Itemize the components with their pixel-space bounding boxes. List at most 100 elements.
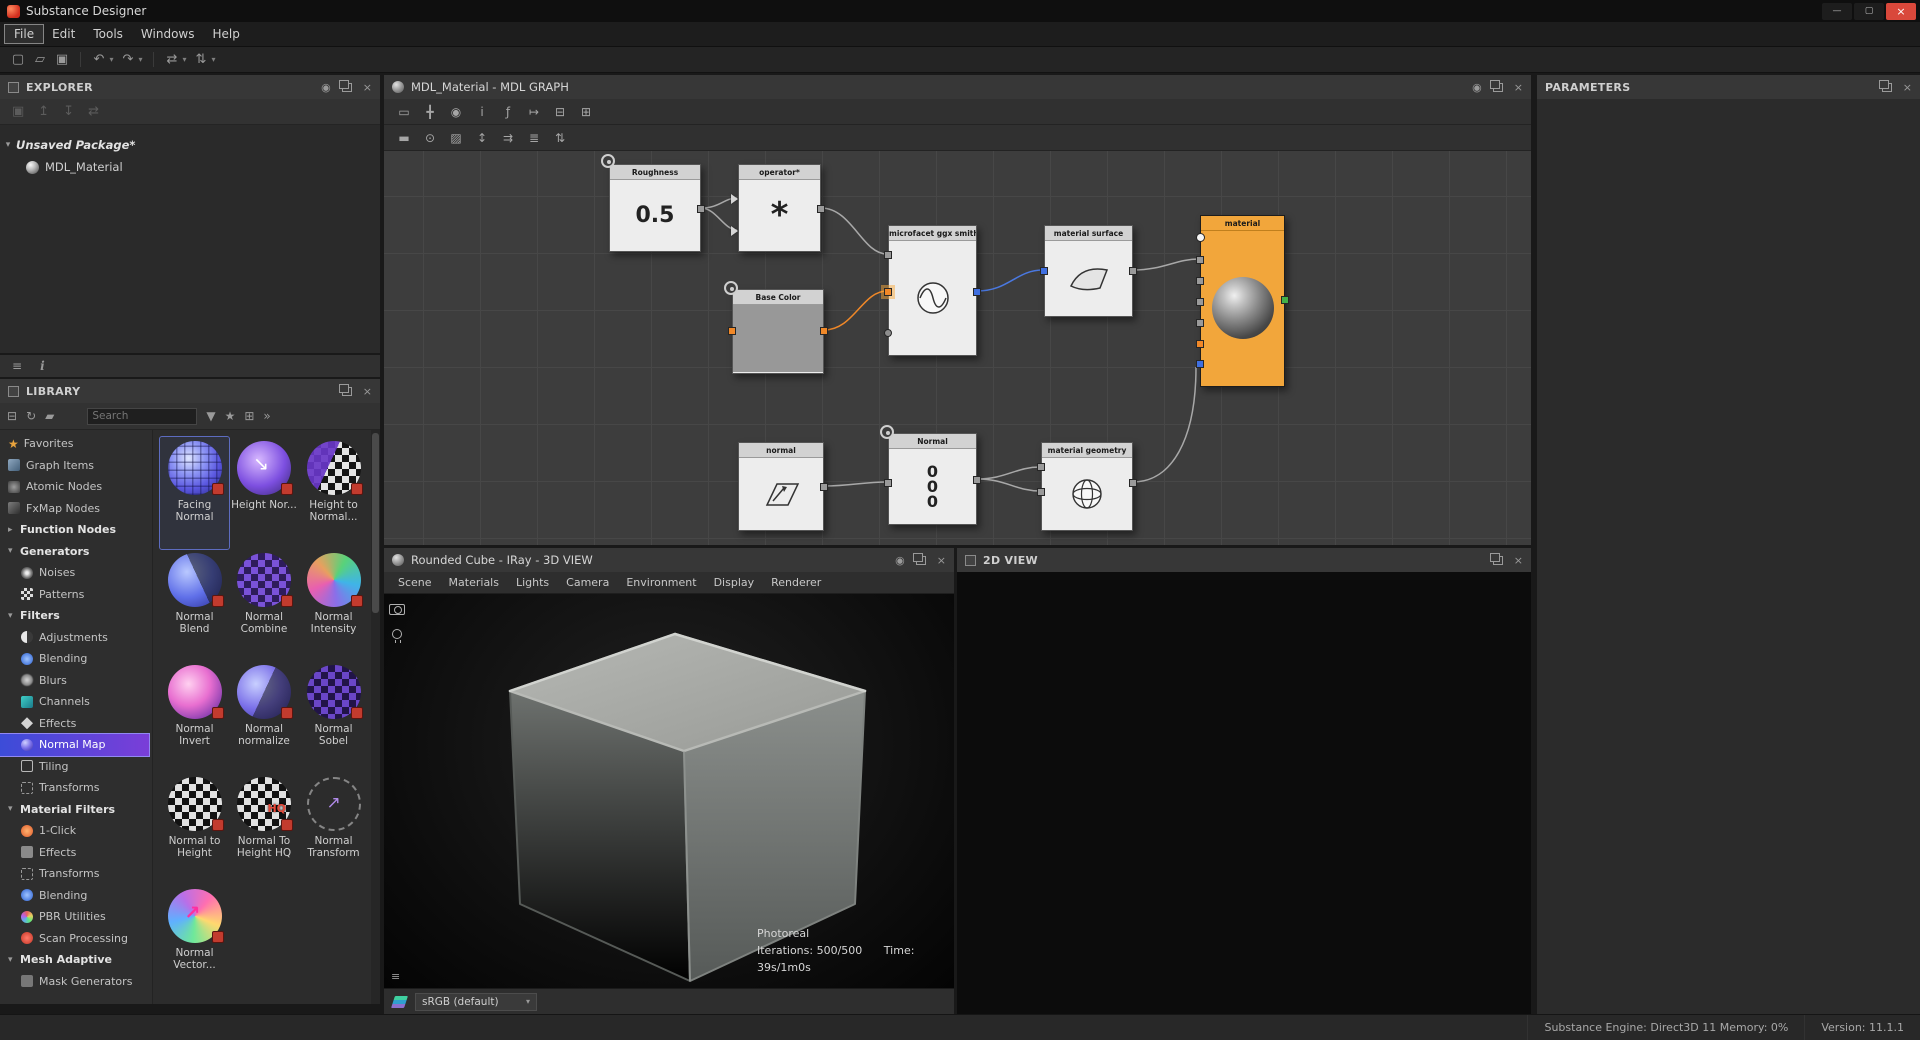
input-port[interactable] xyxy=(1196,340,1204,348)
library-tree-item-normal-map[interactable]: Normal Map xyxy=(0,734,149,756)
library-tree-item-fxmap-nodes[interactable]: FxMap Nodes xyxy=(0,498,152,520)
float-panel-icon[interactable] xyxy=(916,556,926,565)
menu-scene[interactable]: Scene xyxy=(390,574,440,591)
favorites-star-icon[interactable]: ★ xyxy=(225,409,236,423)
library-refresh-button[interactable]: ↻ xyxy=(26,409,36,423)
graph-align-vertical-button[interactable]: ⇅ xyxy=(550,128,570,148)
library-grid-item-normal-combine[interactable]: Normal Combine xyxy=(230,549,299,661)
node-base-color[interactable]: Base Color xyxy=(732,289,824,374)
info-icon[interactable]: i xyxy=(40,359,45,373)
library-tree-item-blending[interactable]: Blending xyxy=(0,648,152,670)
open-button[interactable]: ▱ xyxy=(30,50,50,70)
graph-align-horizontal-button[interactable]: ⇉ xyxy=(498,128,518,148)
input-port[interactable] xyxy=(1196,233,1205,242)
library-tree-item-effects-2[interactable]: Effects xyxy=(0,842,152,864)
graph-grid-button[interactable]: ⊞ xyxy=(576,102,596,122)
menu-renderer[interactable]: Renderer xyxy=(763,574,829,591)
input-port[interactable] xyxy=(1196,277,1204,285)
pin-icon[interactable]: ◉ xyxy=(321,82,331,93)
graph-info-button[interactable]: i xyxy=(472,102,492,122)
input-port[interactable] xyxy=(884,479,892,487)
caret-down-icon[interactable]: ▾ xyxy=(8,611,20,621)
library-tree-item-generators[interactable]: ▾Generators xyxy=(0,541,152,563)
float-panel-icon[interactable] xyxy=(342,387,352,396)
library-grid-item-normal-blend[interactable]: Normal Blend xyxy=(160,549,229,661)
caret-down-icon[interactable]: ▾ xyxy=(8,804,20,814)
node-operator-multiply[interactable]: operator* * xyxy=(738,164,821,252)
library-grid-item-height-to-normal[interactable]: Height to Normal... xyxy=(299,437,368,549)
close-panel-icon[interactable]: × xyxy=(937,555,946,566)
menu-file[interactable]: File xyxy=(5,25,43,43)
graph-stack-button[interactable]: ≣ xyxy=(524,128,544,148)
undo-button[interactable]: ↶ xyxy=(89,50,109,70)
graph-select-tool-button[interactable]: ▭ xyxy=(394,102,414,122)
library-tree-item-mesh-adaptive[interactable]: ▾Mesh Adaptive xyxy=(0,949,152,971)
colorspace-dropdown[interactable]: sRGB (default) ▾ xyxy=(415,993,537,1011)
output-port[interactable] xyxy=(820,483,828,491)
library-grid-item-normal-invert[interactable]: Normal Invert xyxy=(160,661,229,773)
output-port[interactable] xyxy=(973,476,981,484)
output-port[interactable] xyxy=(973,288,981,296)
pin-icon[interactable]: ◉ xyxy=(895,555,905,566)
input-port[interactable] xyxy=(728,327,736,335)
output-port[interactable] xyxy=(817,205,825,213)
package-row[interactable]: ▾ Unsaved Package* xyxy=(0,134,380,156)
graph-item-row[interactable]: MDL_Material xyxy=(0,156,380,178)
close-panel-icon[interactable]: × xyxy=(363,386,372,397)
menu-lights[interactable]: Lights xyxy=(508,574,557,591)
new-document-button[interactable]: ▢ xyxy=(8,50,28,70)
library-tree-item-atomic-nodes[interactable]: Atomic Nodes xyxy=(0,476,152,498)
library-view-toggle-button[interactable]: ⊟ xyxy=(7,409,17,423)
graph-pin-node-button[interactable]: ↕ xyxy=(472,128,492,148)
output-port[interactable] xyxy=(1129,479,1137,487)
viewport-options-icon[interactable]: ≡ xyxy=(391,970,400,983)
node-normal[interactable]: normal xyxy=(738,442,824,531)
library-edit-button[interactable]: ▰ xyxy=(45,409,54,423)
library-tree-item-blending-2[interactable]: Blending xyxy=(0,885,152,907)
library-grid-item-normal-transform[interactable]: Normal Transform xyxy=(299,773,368,885)
library-grid-item-normal-to-height[interactable]: Normal to Height xyxy=(160,773,229,885)
library-grid-item-height-normal[interactable]: Height Nor... xyxy=(230,437,299,549)
maximize-button[interactable]: ▢ xyxy=(1854,3,1884,20)
input-port[interactable] xyxy=(1196,360,1204,368)
input-port[interactable] xyxy=(1040,267,1048,275)
library-tree-item-channels[interactable]: Channels xyxy=(0,691,152,713)
graph-link-button[interactable]: ↦ xyxy=(524,102,544,122)
close-panel-icon[interactable]: × xyxy=(1514,82,1523,93)
menu-edit[interactable]: Edit xyxy=(43,25,84,43)
menu-materials[interactable]: Materials xyxy=(441,574,507,591)
input-port[interactable] xyxy=(1037,488,1045,496)
graph-frame-button[interactable]: ▨ xyxy=(446,128,466,148)
pin-icon[interactable]: ◉ xyxy=(1472,82,1482,93)
library-tree-item-blurs[interactable]: Blurs xyxy=(0,670,152,692)
graph-collapse-button[interactable]: ⊟ xyxy=(550,102,570,122)
redo-caret-icon[interactable]: ▾ xyxy=(136,50,145,70)
caret-right-icon[interactable]: ▸ xyxy=(8,525,20,535)
explorer-export-button[interactable]: ↧ xyxy=(63,104,74,119)
library-tree-item-scan-processing[interactable]: Scan Processing xyxy=(0,928,152,950)
explorer-save-button[interactable]: ▣ xyxy=(12,104,24,119)
library-tree-item-1-click[interactable]: 1-Click xyxy=(0,820,152,842)
input-port[interactable] xyxy=(884,251,892,259)
graph-transform-tool-button[interactable]: ╋ xyxy=(420,102,440,122)
menu-help[interactable]: Help xyxy=(203,25,248,43)
float-panel-icon[interactable] xyxy=(1493,556,1503,565)
node-material[interactable]: material xyxy=(1200,215,1285,387)
library-grid-item-facing-normal[interactable]: Facing Normal xyxy=(160,437,229,549)
input-port[interactable] xyxy=(1037,463,1045,471)
overflow-menu-icon[interactable]: » xyxy=(263,409,270,423)
library-tree-item-material-filters[interactable]: ▾Material Filters xyxy=(0,799,152,821)
library-tree-item-filters[interactable]: ▾Filters xyxy=(0,605,152,627)
library-tree-item-graph-items[interactable]: Graph Items xyxy=(0,455,152,477)
library-search-input[interactable] xyxy=(92,410,192,422)
menu-camera[interactable]: Camera xyxy=(558,574,617,591)
graph-canvas[interactable]: Roughness 0.5 operator* * Base Color mic… xyxy=(384,151,1531,545)
library-tree-item-tiling[interactable]: Tiling xyxy=(0,756,152,778)
node-material-surface[interactable]: material surface xyxy=(1044,225,1133,317)
grid-view-icon[interactable]: ⊞ xyxy=(244,409,254,423)
share-button[interactable]: ⇅ xyxy=(191,50,211,70)
library-grid-item-normal-vector[interactable]: Normal Vector... xyxy=(160,885,229,997)
node-microfacet-ggx-smith[interactable]: microfacet ggx smith b... xyxy=(888,225,977,356)
sync-caret-icon[interactable]: ▾ xyxy=(180,50,189,70)
graph-dot-node-button[interactable]: ⊙ xyxy=(420,128,440,148)
